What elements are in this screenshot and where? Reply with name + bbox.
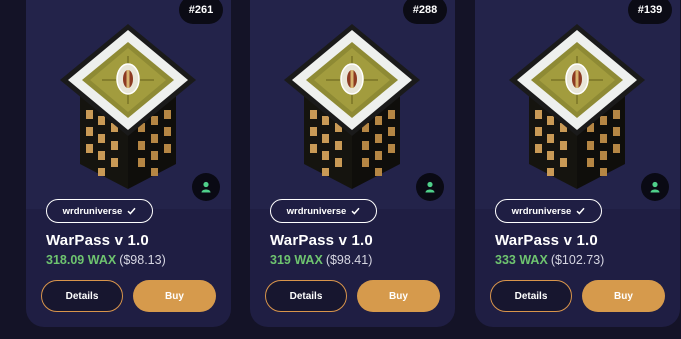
buy-button[interactable]: Buy xyxy=(357,280,440,312)
collection-name: wrdruniverse xyxy=(511,205,572,217)
check-icon xyxy=(351,207,360,215)
check-icon xyxy=(127,207,136,215)
price-usd: ($98.41) xyxy=(325,253,373,267)
price: 318.09 WAX ($98.13) xyxy=(46,253,166,267)
warpass-tower-image xyxy=(58,24,198,189)
mint-number-badge: #139 xyxy=(628,0,672,24)
collection-name: wrdruniverse xyxy=(286,205,347,217)
nft-card[interactable]: #139 wrdruniverse WarPass v 1.0 333 WAX(… xyxy=(475,0,680,327)
collection-tag[interactable]: wrdruniverse xyxy=(46,199,153,223)
price: 319 WAX ($98.41) xyxy=(270,253,372,267)
user-icon[interactable] xyxy=(192,173,220,201)
price-wax: 319 WAX xyxy=(270,253,323,267)
nft-title: WarPass v 1.0 xyxy=(495,232,598,249)
nft-title: WarPass v 1.0 xyxy=(270,232,373,249)
check-icon xyxy=(576,207,585,215)
collection-tag[interactable]: wrdruniverse xyxy=(495,199,602,223)
details-button[interactable]: Details xyxy=(490,280,572,312)
collection-name: wrdruniverse xyxy=(62,205,123,217)
warpass-tower-image xyxy=(282,24,422,189)
collection-tag[interactable]: wrdruniverse xyxy=(270,199,377,223)
price-usd: ($98.13) xyxy=(119,253,166,267)
price-wax: 333 WAX xyxy=(495,253,548,267)
price: 333 WAX ($102.73) xyxy=(495,253,604,267)
mint-number-badge: #261 xyxy=(179,0,223,24)
mint-number-badge: #288 xyxy=(403,0,447,24)
user-icon[interactable] xyxy=(416,173,444,201)
user-icon[interactable] xyxy=(641,173,669,201)
price-usd: ($102.73) xyxy=(550,253,605,267)
warpass-tower-image xyxy=(507,24,647,189)
nft-card[interactable]: #261 wrdruniverse WarPass v 1.0 318.09 W… xyxy=(26,0,231,327)
details-button[interactable]: Details xyxy=(41,280,123,312)
card-row: #261 wrdruniverse WarPass v 1.0 318.09 W… xyxy=(0,0,681,339)
price-wax: 318.09 WAX xyxy=(46,253,117,267)
buy-button[interactable]: Buy xyxy=(582,280,665,312)
buy-button[interactable]: Buy xyxy=(133,280,216,312)
nft-title: WarPass v 1.0 xyxy=(46,232,149,249)
nft-card[interactable]: #288 wrdruniverse WarPass v 1.0 319 WAX(… xyxy=(250,0,455,327)
details-button[interactable]: Details xyxy=(265,280,347,312)
